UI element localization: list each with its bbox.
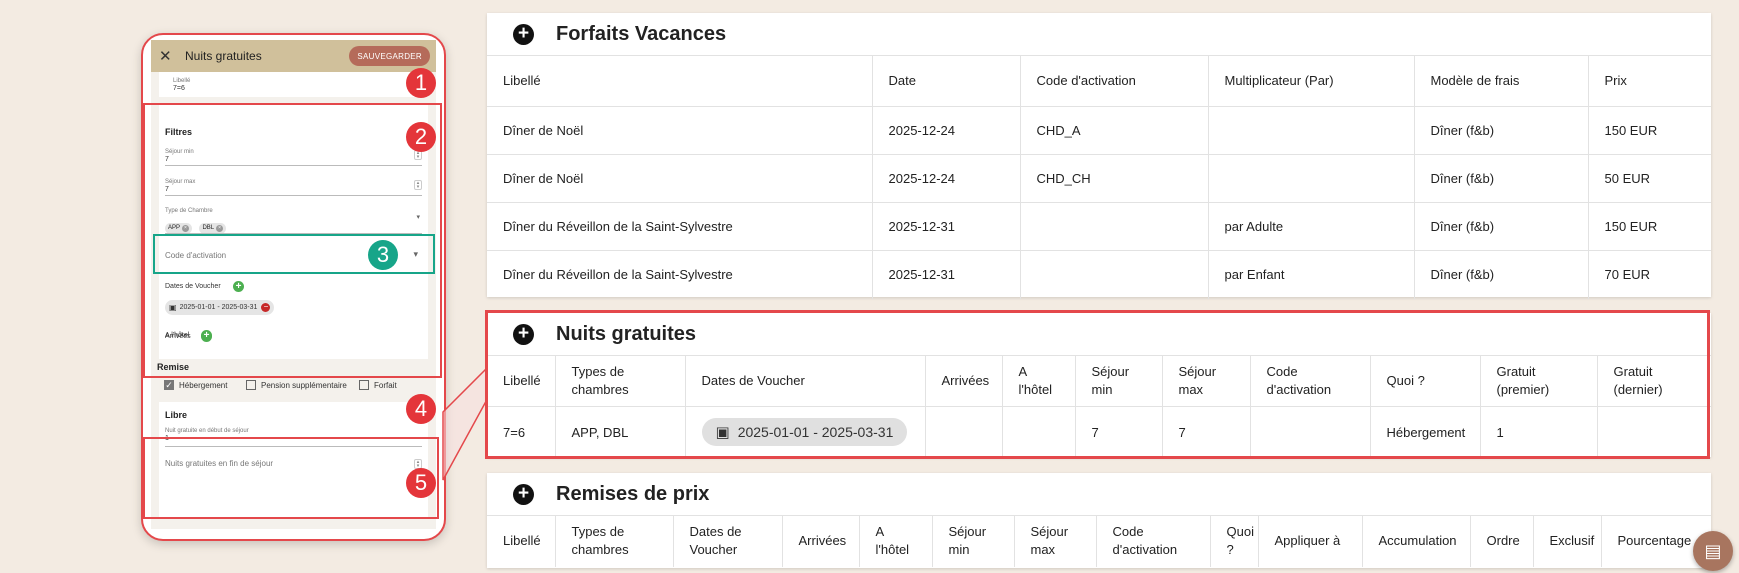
column-header[interactable]: Séjour min — [932, 515, 1015, 567]
table-header-row: Libellé Date Code d'activation Multiplic… — [487, 55, 1711, 107]
column-header[interactable]: Appliquer à — [1258, 515, 1363, 567]
column-header[interactable]: Libellé — [487, 515, 556, 567]
table-row[interactable]: Dîner de Noël 2025-12-24 CHD_A Dîner (f&b) 1… — [487, 106, 1711, 155]
forfaits-card: + Forfaits Vacances Libellé Date Code d'… — [487, 13, 1711, 299]
column-header[interactable]: Libellé — [487, 55, 873, 107]
column-header[interactable]: Arrivées — [782, 515, 860, 567]
column-header[interactable]: Modèle de frais — [1414, 55, 1589, 107]
column-header[interactable]: Dates de Voucher — [673, 515, 783, 567]
column-header[interactable]: Prix — [1588, 55, 1711, 107]
column-header[interactable]: Multiplicateur (Par) — [1208, 55, 1415, 107]
column-header[interactable]: Quoi ? — [1210, 515, 1259, 567]
column-header[interactable]: Exclusif — [1533, 515, 1602, 567]
column-header[interactable]: Code d'activation — [1020, 55, 1209, 107]
column-header[interactable]: Code d'activation — [1096, 515, 1211, 567]
remises-title: Remises de prix — [556, 482, 710, 505]
column-header[interactable]: Ordre — [1470, 515, 1534, 567]
column-header[interactable]: A l'hôtel — [859, 515, 933, 567]
table-row[interactable]: Dîner de Noël 2025-12-24 CHD_CH Dîner (f&b)… — [487, 154, 1711, 203]
add-forfait-icon[interactable]: + — [513, 23, 534, 45]
column-header[interactable]: Accumulation — [1362, 515, 1471, 567]
table-row[interactable]: Dîner du Réveillon de la Saint-Sylvestre… — [487, 202, 1711, 251]
table-header-row: Libellé Types de chambres Dates de Vouch… — [487, 515, 1711, 567]
table-row[interactable]: Dîner du Réveillon de la Saint-Sylvestre… — [487, 250, 1711, 299]
help-book-icon[interactable]: ▤ — [1693, 531, 1733, 571]
column-header[interactable]: Types de chambres — [555, 515, 674, 567]
forfaits-table: Libellé Date Code d'activation Multiplic… — [487, 55, 1711, 299]
remises-table: Libellé Types de chambres Dates de Vouch… — [487, 515, 1711, 567]
remises-card: + Remises de prix Libellé Types de chamb… — [487, 473, 1711, 568]
column-header[interactable]: Date — [872, 55, 1021, 107]
remises-header: + Remises de prix — [487, 473, 1711, 515]
forfaits-header: + Forfaits Vacances — [487, 13, 1711, 55]
column-header[interactable]: Séjour max — [1014, 515, 1097, 567]
add-remise-icon[interactable]: + — [513, 483, 534, 505]
forfaits-title: Forfaits Vacances — [556, 22, 727, 45]
highlight-nuits-table — [485, 310, 1710, 459]
